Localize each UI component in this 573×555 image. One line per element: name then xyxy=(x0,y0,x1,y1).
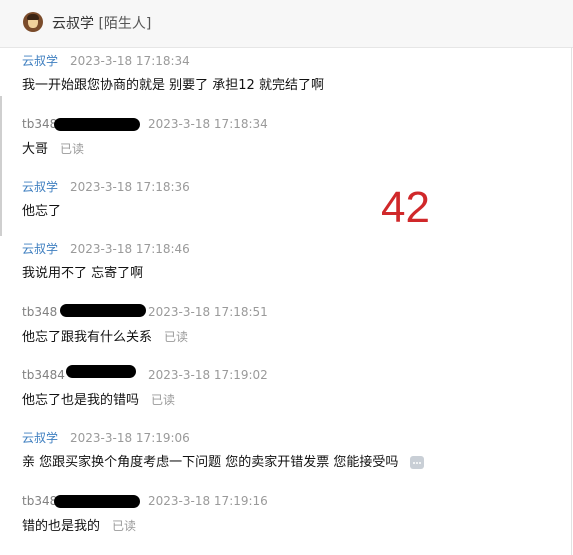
message-sender[interactable]: 云叔学 xyxy=(22,431,58,445)
message-text: 我说用不了 忘寄了啊 xyxy=(22,266,144,281)
message-body: 他忘了也是我的错吗 已读 xyxy=(22,391,175,410)
message-item: 云叔学 2023-3-18 17:19:06 亲 您跟买家换个角度考虑一下问题 … xyxy=(22,430,425,472)
message-time: 2023-3-18 17:19:16 xyxy=(148,494,268,508)
read-status: 已读 xyxy=(112,519,137,533)
message-meta: tb3484 2023-3-18 17:19:02 xyxy=(22,365,268,383)
message-item: tb348 2023-3-18 17:18:34 大哥 已读 xyxy=(22,116,268,159)
message-item: 云叔学 2023-3-18 17:18:34 我一开始跟您协商的就是 别要了 承… xyxy=(22,53,324,95)
message-text: 他忘了跟我有什么关系 xyxy=(22,330,153,345)
avatar-hair xyxy=(27,14,39,20)
message-sender[interactable]: tb3484 xyxy=(22,368,65,382)
message-item: tb348 2023-3-18 17:18:51 他忘了跟我有什么关系 已读 xyxy=(22,304,268,347)
message-time: 2023-3-18 17:18:51 xyxy=(148,305,268,319)
message-text: 错的也是我的 xyxy=(22,519,101,534)
message-time: 2023-3-18 17:18:46 xyxy=(70,242,190,256)
chat-title: 云叔学 [陌生人] xyxy=(52,13,151,33)
chat-header: 云叔学 [陌生人] xyxy=(0,0,573,48)
more-options-icon[interactable] xyxy=(410,456,425,469)
message-meta: 云叔学 2023-3-18 17:18:46 xyxy=(22,241,190,257)
message-item: 云叔学 2023-3-18 17:18:36 他忘了 xyxy=(22,179,190,221)
message-time: 2023-3-18 17:18:36 xyxy=(70,180,190,194)
message-sender[interactable]: tb348 xyxy=(22,117,57,131)
message-item: 云叔学 2023-3-18 17:18:46 我说用不了 忘寄了啊 xyxy=(22,241,190,283)
scrollbar-track[interactable] xyxy=(571,47,572,555)
redaction-mark xyxy=(66,365,136,378)
contact-tag: [陌生人] xyxy=(98,16,152,32)
contact-name[interactable]: 云叔学 xyxy=(52,16,94,32)
avatar[interactable] xyxy=(23,12,43,32)
message-sender[interactable]: tb348 xyxy=(22,494,57,508)
message-time: 2023-3-18 17:19:06 xyxy=(70,431,190,445)
message-body: 他忘了跟我有什么关系 已读 xyxy=(22,328,188,347)
message-body: 错的也是我的 已读 xyxy=(22,517,136,536)
message-meta: tb348 2023-3-18 17:19:16 xyxy=(22,493,268,509)
message-sender[interactable]: 云叔学 xyxy=(22,180,58,194)
message-time: 2023-3-18 17:19:02 xyxy=(148,368,268,382)
message-text: 他忘了也是我的错吗 xyxy=(22,393,140,408)
message-meta: 云叔学 2023-3-18 17:18:34 xyxy=(22,53,324,69)
overlay-number: 42 xyxy=(381,183,430,232)
redaction-mark xyxy=(54,118,140,131)
redaction-mark xyxy=(60,304,146,317)
message-meta: 云叔学 2023-3-18 17:19:06 xyxy=(22,430,424,446)
read-status: 已读 xyxy=(151,393,176,407)
message-time: 2023-3-18 17:18:34 xyxy=(148,117,268,131)
message-body: 亲 您跟买家换个角度考虑一下问题 您的卖家开错发票 您能接受吗 xyxy=(22,454,425,472)
message-sender[interactable]: tb348 xyxy=(22,305,57,319)
message-time: 2023-3-18 17:18:34 xyxy=(70,54,190,68)
message-meta: tb348 2023-3-18 17:18:51 xyxy=(22,304,268,320)
message-text: 大哥 xyxy=(22,142,49,157)
message-item: tb3484 2023-3-18 17:19:02 他忘了也是我的错吗 已读 xyxy=(22,365,268,410)
message-sender[interactable]: 云叔学 xyxy=(22,54,58,68)
message-text: 我一开始跟您协商的就是 别要了 承担12 就完结了啊 xyxy=(22,78,324,93)
message-meta: 云叔学 2023-3-18 17:18:36 xyxy=(22,179,190,195)
redaction-mark xyxy=(54,495,140,508)
read-status: 已读 xyxy=(164,330,189,344)
message-text: 亲 您跟买家换个角度考虑一下问题 您的卖家开错发票 您能接受吗 xyxy=(22,455,399,470)
message-body: 大哥 已读 xyxy=(22,140,84,159)
message-meta: tb348 2023-3-18 17:18:34 xyxy=(22,116,268,132)
message-item: tb348 2023-3-18 17:19:16 错的也是我的 已读 xyxy=(22,493,268,536)
read-status: 已读 xyxy=(60,142,85,156)
left-scroll-indicator xyxy=(0,96,2,236)
message-text: 他忘了 xyxy=(22,204,62,219)
message-sender[interactable]: 云叔学 xyxy=(22,242,58,256)
